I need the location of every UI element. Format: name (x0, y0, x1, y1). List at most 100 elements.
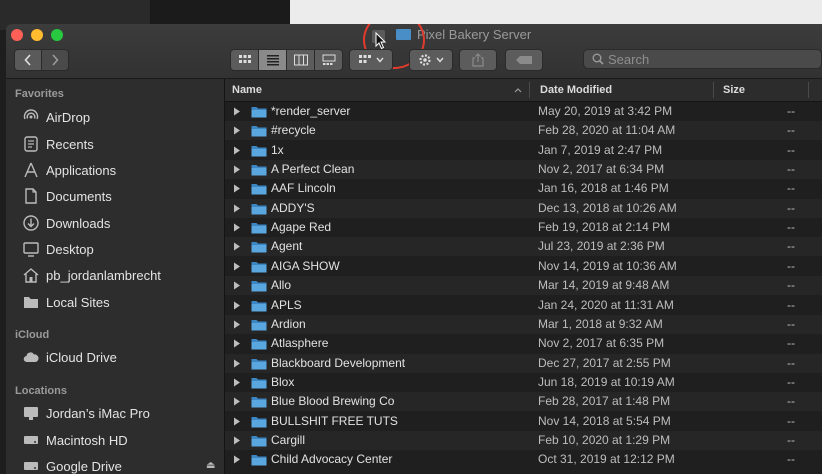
table-row[interactable]: Ardion Mar 1, 2018 at 9:32 AM -- (225, 314, 822, 334)
date-modified: May 20, 2019 at 3:42 PM (538, 104, 673, 118)
table-row[interactable]: AAF Lincoln Jan 16, 2018 at 1:46 PM -- (225, 179, 822, 198)
table-row[interactable]: A Perfect Clean Nov 2, 2017 at 6:34 PM -- (225, 160, 822, 180)
search-field[interactable]: Search (583, 49, 822, 69)
column-divider[interactable] (529, 82, 530, 98)
sidebar-item-desktop[interactable]: Desktop (22, 239, 94, 259)
recents-icon (22, 135, 40, 153)
disclosure-triangle-icon[interactable] (233, 436, 241, 445)
disclosure-triangle-icon[interactable] (233, 455, 241, 464)
date-modified: Dec 13, 2018 at 10:26 AM (538, 200, 677, 215)
disclosure-triangle-icon[interactable] (233, 204, 241, 213)
table-row[interactable]: BULLSHIT FREE TUTS Nov 14, 2018 at 5:54 P… (225, 412, 822, 431)
share-icon (472, 53, 484, 67)
view-mode-group (230, 49, 343, 71)
disclosure-triangle-icon[interactable] (233, 146, 241, 155)
forward-button[interactable] (42, 49, 69, 71)
file-name: ADDY'S (271, 200, 315, 215)
table-row[interactable]: Blue Blood Brewing Co Feb 28, 2017 at 1:4… (225, 392, 822, 412)
disclosure-triangle-icon[interactable] (233, 359, 241, 368)
sidebar-item-label: Jordan’s iMac Pro (46, 405, 150, 421)
file-name: Blackboard Development (271, 355, 406, 370)
file-name: Cargill (271, 432, 306, 447)
disclosure-triangle-icon[interactable] (233, 223, 241, 232)
disclosure-triangle-icon[interactable] (233, 126, 241, 135)
sidebar-item-applications[interactable]: Applications (22, 160, 116, 180)
group-by-button[interactable] (349, 49, 393, 71)
sidebar-item-documents[interactable]: Documents (22, 186, 112, 206)
disclosure-triangle-icon[interactable] (233, 397, 241, 406)
sidebar-item-icloud-drive[interactable]: iCloud Drive (22, 347, 117, 367)
back-button[interactable] (14, 49, 42, 71)
list-view-button[interactable] (259, 49, 287, 71)
column-divider[interactable] (808, 82, 809, 98)
table-row[interactable]: Agape Red Feb 19, 2018 at 2:14 PM -- (225, 218, 822, 237)
folder-icon (251, 358, 267, 370)
sidebar-item-home[interactable]: pb_jordanlambrecht (22, 265, 161, 285)
file-size: -- (787, 239, 795, 254)
disclosure-triangle-icon[interactable] (233, 417, 241, 426)
disclosure-triangle-icon[interactable] (233, 184, 241, 193)
disclosure-triangle-icon[interactable] (233, 339, 241, 348)
sidebar-item-downloads[interactable]: Downloads (22, 213, 110, 233)
column-divider[interactable] (713, 82, 714, 98)
column-header-date[interactable]: Date Modified (540, 79, 612, 101)
table-row[interactable]: Cargill Feb 10, 2020 at 1:29 PM -- (225, 430, 822, 450)
sidebar-item-label: Desktop (46, 241, 94, 257)
table-row[interactable]: 1x Jan 7, 2019 at 2:47 PM -- (225, 141, 822, 160)
column-view-button[interactable] (287, 49, 315, 71)
date-modified: Feb 28, 2020 at 11:04 AM (538, 123, 676, 138)
action-button[interactable] (409, 49, 453, 71)
file-size: -- (787, 258, 795, 273)
table-row[interactable]: Allo Mar 14, 2019 at 9:48 AM -- (225, 276, 822, 296)
table-row[interactable]: ADDY'S Dec 13, 2018 at 10:26 AM -- (225, 198, 822, 218)
table-row[interactable]: Atlasphere Nov 2, 2017 at 6:35 PM -- (225, 334, 822, 353)
column-header-row: Name Date Modified Size (225, 79, 822, 102)
table-row[interactable]: Agent Jul 23, 2019 at 2:36 PM -- (225, 237, 822, 257)
table-row[interactable]: #recycle Feb 28, 2020 at 11:04 AM -- (225, 121, 822, 141)
disclosure-triangle-icon[interactable] (233, 242, 241, 251)
share-button[interactable] (459, 49, 497, 71)
documents-icon (22, 187, 40, 205)
chevron-left-icon (24, 54, 31, 66)
sidebar-item-recents[interactable]: Recents (22, 134, 94, 154)
gallery-view-button[interactable] (315, 49, 343, 71)
table-row[interactable]: *render_server May 20, 2019 at 3:42 PM -- (225, 102, 822, 121)
date-modified: Feb 28, 2017 at 1:48 PM (538, 394, 671, 409)
table-row[interactable]: APLS Jan 24, 2020 at 11:31 AM -- (225, 296, 822, 315)
minimize-button[interactable] (31, 29, 43, 41)
table-row[interactable]: Child Advocacy Center Oct 31, 2019 at 12:… (225, 450, 822, 469)
disclosure-triangle-icon[interactable] (233, 320, 241, 329)
date-modified: Jan 16, 2018 at 1:46 PM (538, 181, 669, 196)
disclosure-triangle-icon[interactable] (233, 281, 241, 290)
favorites-heading: Favorites (15, 88, 64, 100)
zoom-button[interactable] (51, 29, 63, 41)
table-row[interactable]: AIGA SHOW Nov 14, 2019 at 10:36 AM -- (225, 257, 822, 276)
folder-icon (251, 223, 267, 234)
airdrop-icon (22, 108, 40, 126)
disclosure-triangle-icon[interactable] (233, 301, 241, 310)
file-name: Atlasphere (271, 336, 329, 351)
tags-button[interactable] (505, 49, 543, 71)
file-size: -- (787, 220, 795, 235)
table-row[interactable]: Blackboard Development Dec 27, 2017 at 2:… (225, 353, 822, 373)
sidebar-item-google-drive[interactable]: Google Drive (22, 456, 122, 474)
sidebar-item-airdrop[interactable]: AirDrop (22, 107, 90, 127)
file-name: Ardion (271, 316, 306, 331)
table-row[interactable]: Blox Jun 18, 2019 at 10:19 AM -- (225, 373, 822, 392)
date-modified: Nov 2, 2017 at 6:35 PM (538, 336, 665, 351)
eject-icon[interactable]: ⏏ (206, 460, 215, 471)
folder-icon (251, 339, 267, 350)
disclosure-triangle-icon[interactable] (233, 262, 241, 271)
column-header-size[interactable]: Size (723, 79, 745, 101)
sidebar-item-macintosh-hd[interactable]: Macintosh HD (22, 430, 128, 450)
disclosure-triangle-icon[interactable] (233, 378, 241, 387)
close-button[interactable] (11, 29, 23, 41)
icon-view-button[interactable] (230, 49, 259, 71)
disclosure-triangle-icon[interactable] (233, 165, 241, 174)
column-header-name[interactable]: Name (232, 79, 262, 101)
search-icon (592, 53, 604, 65)
disclosure-triangle-icon[interactable] (233, 107, 241, 116)
chevron-down-icon (436, 57, 444, 63)
sidebar-item-imac[interactable]: Jordan’s iMac Pro (22, 403, 150, 423)
sidebar-item-local-sites[interactable]: Local Sites (22, 292, 110, 312)
